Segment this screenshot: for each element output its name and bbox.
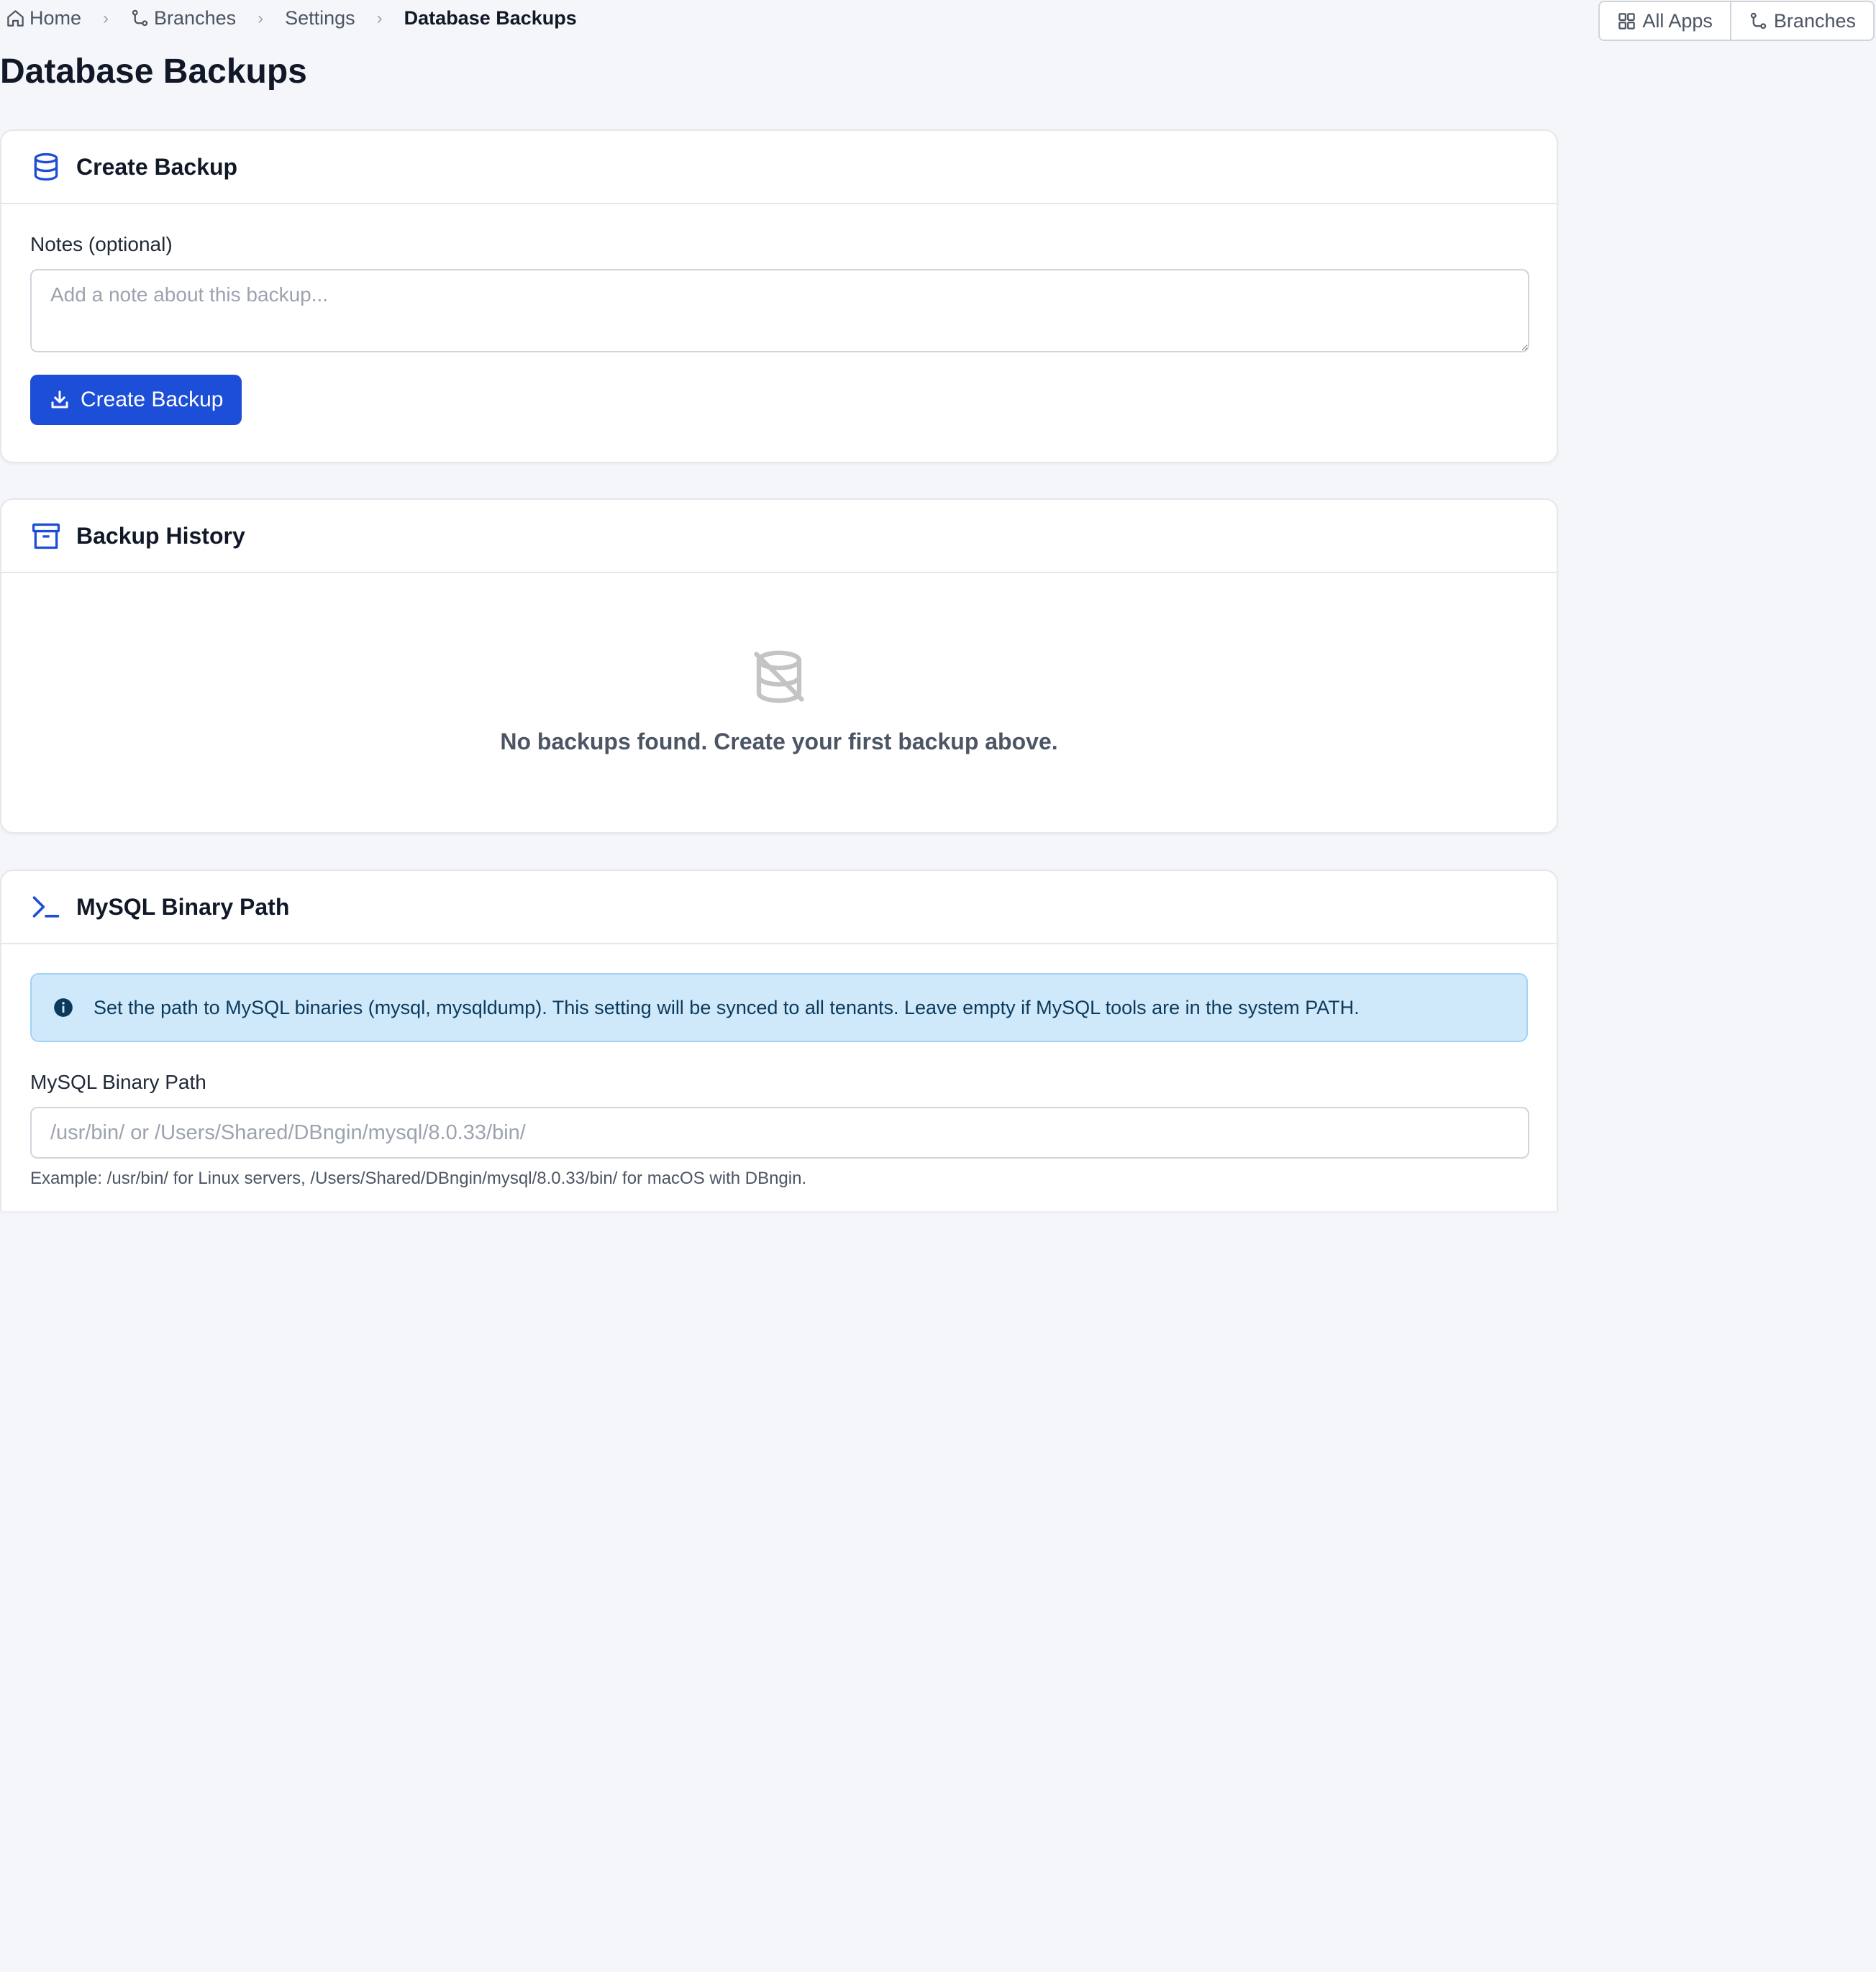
database-slash-icon: [754, 650, 804, 703]
create-backup-card: Create Backup Notes (optional) Create Ba…: [0, 129, 1558, 463]
info-alert: Set the path to MySQL binaries (mysql, m…: [30, 973, 1528, 1042]
notes-label: Notes (optional): [30, 233, 173, 255]
backup-history-card: Backup History No backups found. Create …: [0, 498, 1558, 834]
mysql-path-label: MySQL Binary Path: [30, 1071, 206, 1093]
breadcrumb-separator: ›: [376, 8, 383, 28]
info-circle-icon: [54, 998, 73, 1017]
page-title: Database Backups: [0, 53, 307, 91]
breadcrumb: Home › Branches › Settings › Database Ba…: [6, 7, 577, 29]
breadcrumb-settings-label: Settings: [285, 7, 355, 29]
breadcrumb-home-label: Home: [29, 7, 82, 29]
card-title: MySQL Binary Path: [76, 893, 290, 920]
breadcrumb-branches-label: Branches: [154, 7, 237, 29]
branches-label: Branches: [1773, 9, 1856, 32]
terminal-icon: [32, 896, 60, 918]
git-branch-icon: [132, 9, 148, 27]
info-alert-text: Set the path to MySQL binaries (mysql, m…: [94, 996, 1360, 1018]
empty-message: No backups found. Create your first back…: [500, 728, 1058, 754]
breadcrumb-home[interactable]: Home: [6, 7, 81, 29]
database-icon: [34, 152, 58, 181]
breadcrumb-current: Database Backups: [404, 7, 577, 29]
card-title: Backup History: [76, 522, 245, 549]
download-icon: [51, 391, 68, 408]
card-body: Set the path to MySQL binaries (mysql, m…: [1, 944, 1557, 1218]
breadcrumb-separator: ›: [103, 8, 109, 28]
breadcrumb-branches[interactable]: Branches: [130, 7, 236, 29]
card-header: Create Backup: [1, 131, 1557, 204]
grid-icon: [1618, 12, 1636, 29]
top-bar: Home › Branches › Settings › Database Ba…: [0, 0, 1876, 43]
create-backup-button[interactable]: Create Backup: [30, 375, 242, 425]
breadcrumb-settings[interactable]: Settings: [285, 7, 355, 29]
card-header: Backup History: [1, 500, 1557, 573]
card-header: MySQL Binary Path: [1, 871, 1557, 944]
branches-button[interactable]: Branches: [1729, 2, 1873, 40]
top-actions-group: All Apps Branches: [1598, 1, 1875, 41]
git-branch-icon: [1750, 12, 1767, 29]
empty-state: No backups found. Create your first back…: [1, 573, 1557, 828]
mysql-path-input[interactable]: [30, 1107, 1529, 1159]
breadcrumb-current-label: Database Backups: [404, 7, 577, 29]
notes-textarea[interactable]: [30, 269, 1529, 352]
all-apps-label: All Apps: [1642, 9, 1713, 32]
all-apps-button[interactable]: All Apps: [1600, 2, 1730, 40]
card-body: Notes (optional) Create Backup: [1, 204, 1557, 454]
create-backup-button-label: Create Backup: [81, 388, 224, 411]
mysql-path-card: MySQL Binary Path Set the path to MySQL …: [0, 869, 1558, 1211]
mysql-path-help-text: Example: /usr/bin/ for Linux servers, /U…: [30, 1169, 807, 1188]
card-title: Create Backup: [76, 153, 238, 180]
home-icon: [7, 10, 24, 27]
archive-icon: [32, 523, 60, 549]
breadcrumb-separator: ›: [258, 8, 264, 28]
